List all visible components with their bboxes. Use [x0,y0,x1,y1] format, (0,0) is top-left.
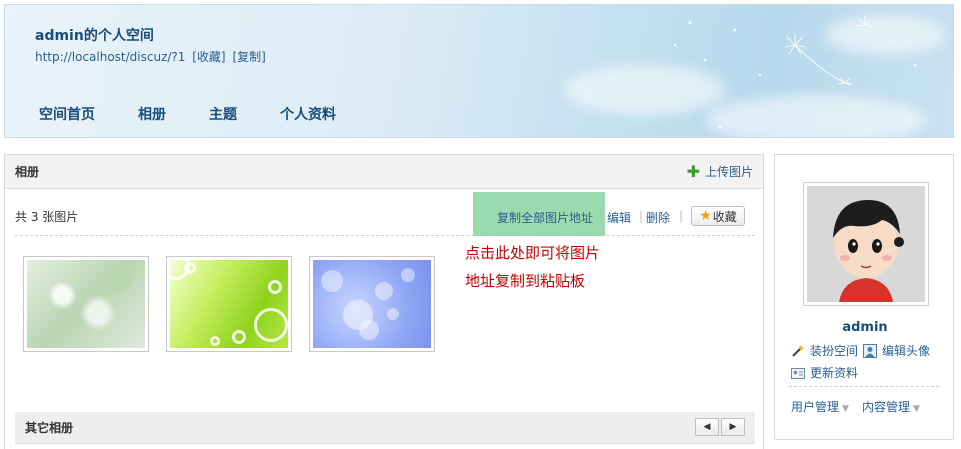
edit-album-link[interactable]: 编辑 [607,209,631,226]
album-panel-header: 相册 ✚ 上传图片 [5,155,763,189]
plus-icon: ✚ [686,161,700,181]
upload-photo-label: 上传图片 [704,165,753,179]
photo-image [27,260,145,348]
copy-hint-annotation: 点击此处即可将图片 地址复制到粘贴板 [465,239,600,295]
nav-album[interactable]: 相册 [138,104,166,124]
portrait-icon [863,343,877,358]
nav-profile[interactable]: 个人资料 [280,104,336,124]
prev-page-button[interactable]: ◀ [695,418,719,436]
favorite-label: 收藏 [712,209,737,224]
annotation-line: 地址复制到粘贴板 [465,272,586,290]
cartoon-avatar-icon [807,186,925,302]
update-profile-link[interactable]: 更新资料 [791,364,858,381]
copy-url-link[interactable]: [复制] [232,50,265,64]
space-url-row: http://localhost/discuz/?1 [收藏] [复制] [35,48,269,65]
album-panel: 相册 ✚ 上传图片 共 3 张图片 复制全部图片地址 | 编辑 | 删除 | ★… [4,154,764,449]
decorate-space-link[interactable]: 装扮空间 [791,342,858,359]
avatar-image [807,186,925,302]
edit-avatar-link[interactable]: 编辑头像 [863,342,930,359]
avatar[interactable] [803,182,929,306]
photo-count: 共 3 张图片 [15,210,79,224]
space-title: admin的个人空间 [35,28,154,44]
caret-down-icon: ▼ [842,404,849,414]
separator: | [599,209,604,223]
content-manage-label: 内容管理 [862,400,911,414]
edit-avatar-label: 编辑头像 [882,344,931,358]
next-page-button[interactable]: ▶ [721,418,745,436]
photo-image [313,260,431,348]
profile-card-icon [791,366,805,380]
nav-home[interactable]: 空间首页 [39,104,95,124]
content-manage-dropdown[interactable]: 内容管理 ▼ [862,398,920,415]
photo-thumbnail[interactable] [309,256,435,352]
photo-thumbnail[interactable] [23,256,149,352]
album-pager: ◀ ▶ [695,418,745,436]
copy-all-image-urls-link[interactable]: 复制全部图片地址 [497,209,593,226]
favorite-button[interactable]: ★ 收藏 [691,206,745,226]
delete-album-link[interactable]: 删除 [646,209,670,226]
other-albums-title: 其它相册 [25,421,74,435]
sidebar-divider [789,386,939,387]
decorate-space-label: 装扮空间 [810,344,859,358]
profile-sidebar: admin 装扮空间 编辑头像 更新资料 用户管理 ▼ 内容管理 ▼ [774,154,954,440]
user-manage-label: 用户管理 [791,400,840,414]
space-header-banner: admin的个人空间 http://localhost/discuz/?1 [收… [4,4,954,138]
separator: | [679,209,684,223]
update-profile-label: 更新资料 [810,366,859,380]
wand-icon [791,344,805,358]
user-manage-dropdown[interactable]: 用户管理 ▼ [791,398,849,415]
star-icon: ★ [699,208,712,224]
photo-image [170,260,288,348]
upload-photo-button[interactable]: ✚ 上传图片 [687,163,753,180]
nav-threads[interactable]: 主题 [209,104,237,124]
other-albums-bar: 其它相册 ◀ ▶ [15,412,755,444]
album-title: 相册 [15,165,40,179]
space-url[interactable]: http://localhost/discuz/?1 [35,50,185,64]
photo-thumbnail[interactable] [166,256,292,352]
annotation-line: 点击此处即可将图片 [465,244,601,262]
space-nav: 空间首页 相册 主题 个人资料 [39,104,379,124]
bookmark-link[interactable]: [收藏] [192,50,225,64]
dandelion-seeds-decoration [673,16,917,129]
album-toolbar: 共 3 张图片 复制全部图片地址 | 编辑 | 删除 | ★ 收藏 [15,190,755,236]
username-link[interactable]: admin [775,320,955,335]
separator: | [639,209,644,223]
caret-down-icon: ▼ [913,404,920,414]
